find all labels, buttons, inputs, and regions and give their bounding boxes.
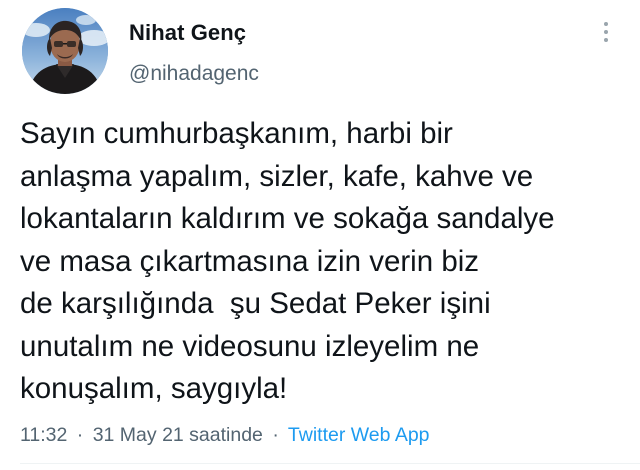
author-display-name[interactable]: Nihat Genç	[129, 20, 246, 46]
meta-separator: ·	[272, 424, 279, 446]
tweet-time: 11:32	[20, 424, 68, 446]
more-vertical-icon	[596, 22, 616, 42]
tweet-text: Sayın cumhurbaşkanım, harbi bir anlaşma …	[20, 113, 630, 411]
divider	[20, 463, 640, 464]
meta-separator: ·	[76, 424, 84, 446]
author-username[interactable]: @nihadagenc	[129, 62, 259, 86]
author-avatar[interactable]	[22, 8, 108, 94]
tweet-source-link[interactable]: Twitter Web App	[288, 424, 430, 446]
tweet-text-line: anlaşma yapalım, sizler, kafe, kahve ve	[20, 159, 534, 193]
tweet-text-line: konuşalım, saygıyla!	[20, 372, 288, 405]
tweet-text-line: ve masa çıkartmasına izin verin biz	[20, 244, 480, 278]
tweet-text-line: lokantaların kaldırım ve sokağa sandalye	[20, 202, 555, 235]
tweet-text-line: unutalım ne videosunu izleyelim ne	[20, 329, 480, 363]
tweet-text-line: Sayın cumhurbaşkanım, harbi bir	[20, 117, 453, 150]
tweet-card: Nihat Genç @nihadagenc Sayın cumhurbaşka…	[0, 0, 640, 470]
tweet-date: 31 May 21 saatinde	[92, 424, 263, 446]
tweet-timestamp[interactable]: 11:32 · 31 May 21 saatinde	[20, 424, 263, 446]
profile-photo-icon	[22, 8, 108, 94]
tweet-metadata: 11:32 · 31 May 21 saatinde · Twitter Web…	[20, 424, 430, 447]
more-options-button[interactable]	[596, 22, 616, 46]
tweet-text-line: de karşılığında şu Sedat Peker işini	[20, 287, 491, 320]
